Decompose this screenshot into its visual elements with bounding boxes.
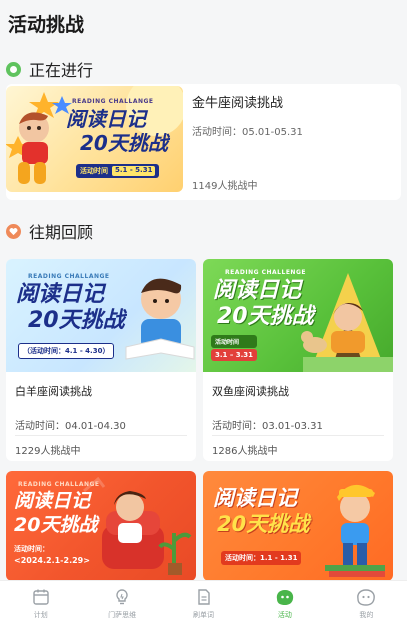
banner-title-line1: 阅读日记 [16,282,105,307]
page-title: 活动挑战 [8,14,85,36]
banner-kicker: READING CHALLANGE [72,98,154,105]
ongoing-indicator-icon [6,61,21,77]
divider [15,435,187,436]
past-challenge-banner: READING CHALLENGE 阅读日记 20天挑战 活动时间 3.1 – … [203,259,393,372]
bottom-tab-bar: 计划 门萨思维 刷单词 活动 我的 [0,580,407,626]
past-challenge-card[interactable]: READING CHALLANGE 阅读日记 20天挑战 活动时间： <2024… [6,471,196,581]
tab-activity[interactable]: 活动 [244,581,325,626]
past-challenge-card[interactable]: READING CHALLANGE 阅读日记 20天挑战 （活动时间：4.1 -… [6,259,196,461]
tab-label: 门萨思维 [108,611,137,619]
past-challenge-banner: READING CHALLANGE 阅读日记 20天挑战 活动时间： <2024… [6,471,196,581]
banner-title-line2: 20天挑战 [217,512,310,536]
activity-blob-icon [275,587,295,607]
banner-title-line1: 阅读日记 [213,278,302,303]
section-past-header: 往期回顾 [6,219,93,243]
banner-title-line2: 20天挑战 [14,514,98,536]
tab-label: 刷单词 [193,611,215,619]
tab-words[interactable]: 刷单词 [163,581,244,626]
document-icon [194,587,214,607]
divider [212,435,384,436]
current-challenge-time: 活动时间：05.01-05.31 [192,127,303,138]
banner-title-line1: 阅读日记 [213,486,297,510]
tab-label: 我的 [359,611,374,619]
banner-kicker: READING CHALLENGE [225,269,306,276]
banner-title-line1: 阅读日记 [14,490,91,512]
past-challenge-count: 1286人挑战中 [212,446,278,457]
banner-title-line1: 阅读日记 [66,107,146,131]
banner-date-value: 5.1 - 5.31 [112,166,156,176]
past-challenge-time: 活动时间：04.01-04.30 [15,421,126,432]
current-challenge-name: 金牛座阅读挑战 [192,96,284,111]
past-challenge-count: 1229人挑战中 [15,446,81,457]
current-challenge-count: 1149人挑战中 [192,181,258,192]
tab-label: 活动 [277,611,292,619]
section-ongoing-title: 正在进行 [29,61,94,80]
section-past-title: 往期回顾 [29,223,94,242]
banner-date-label: 活动时间： [14,545,49,553]
banner-date-pill: 活动时间 3.1 – 3.31 [211,335,258,361]
current-challenge-card[interactable]: READING CHALLANGE 阅读日记 20天挑战 活动时间 5.1 - … [6,84,401,200]
current-challenge-info: 金牛座阅读挑战 活动时间：05.01-05.31 1149人挑战中 [192,90,393,192]
past-challenge-card[interactable]: 阅读日记 20天挑战 活动时间：1.1 - 1.31 [203,471,393,581]
past-challenge-name: 双鱼座阅读挑战 [212,385,289,398]
tab-profile[interactable]: 我的 [326,581,407,626]
calendar-icon [31,587,51,607]
lightbulb-icon [112,587,132,607]
banner-date-pill: 活动时间： <2024.2.1-2.29> [14,545,90,566]
banner-title-line2: 20天挑战 [28,308,125,333]
banner-date-pill: （活动时间：4.1 - 4.30） [18,343,115,359]
banner-date-label: 活动时间 [80,167,108,175]
banner-title-line2: 20天挑战 [217,304,314,329]
tab-mensa-thinking[interactable]: 门萨思维 [81,581,162,626]
banner-date-label: 活动时间 [211,335,258,348]
tab-plan[interactable]: 计划 [0,581,81,626]
current-challenge-banner: READING CHALLANGE 阅读日记 20天挑战 活动时间 5.1 - … [6,86,183,192]
banner-kicker: READING CHALLANGE [28,273,110,280]
banner-date-value: <2024.2.1-2.29> [14,555,90,565]
heart-icon [6,223,21,239]
tab-label: 计划 [33,611,48,619]
banner-date-pill: 活动时间 5.1 - 5.31 [76,164,160,178]
banner-date-value: 3.1 – 3.31 [211,349,258,361]
profile-blob-icon [356,587,376,607]
past-challenge-banner: 阅读日记 20天挑战 活动时间：1.1 - 1.31 [203,471,393,581]
banner-title-line2: 20天挑战 [80,131,168,155]
past-challenge-time: 活动时间：03.01-03.31 [212,421,323,432]
past-challenge-banner: READING CHALLANGE 阅读日记 20天挑战 （活动时间：4.1 -… [6,259,196,372]
banner-date-pill: 活动时间：1.1 - 1.31 [221,551,302,565]
past-challenge-name: 白羊座阅读挑战 [15,385,92,398]
past-challenge-card[interactable]: READING CHALLENGE 阅读日记 20天挑战 活动时间 3.1 – … [203,259,393,461]
banner-kicker: READING CHALLANGE [18,481,100,488]
section-ongoing-header: 正在进行 [6,57,93,81]
